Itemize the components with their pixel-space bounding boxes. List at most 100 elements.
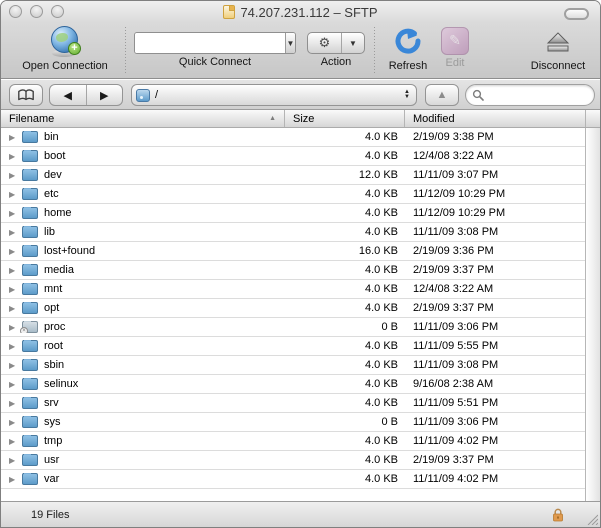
path-popup-button[interactable]: / ▲▼	[131, 84, 417, 106]
file-row[interactable]: ▶ × usr 4.0 KB 2/19/09 3:37 PM	[1, 451, 587, 470]
toolbar-toggle-pill[interactable]	[564, 8, 589, 20]
file-row[interactable]: ▶ × mnt 4.0 KB 12/4/08 3:22 AM	[1, 280, 587, 299]
file-row[interactable]: ▶ × srv 4.0 KB 11/11/09 5:51 PM	[1, 394, 587, 413]
file-row[interactable]: ▶ × root 4.0 KB 11/11/09 5:55 PM	[1, 337, 587, 356]
forward-button[interactable]: ▶	[87, 85, 123, 105]
sort-ascending-icon: ▲	[269, 115, 276, 122]
column-label: Size	[293, 113, 314, 125]
padlock-icon	[552, 508, 564, 522]
disclosure-triangle-icon[interactable]: ▶	[9, 133, 19, 142]
search-input[interactable]	[488, 89, 588, 101]
disclosure-triangle-icon[interactable]: ▶	[9, 323, 19, 332]
file-row[interactable]: ▶ × home 4.0 KB 11/12/09 10:29 PM	[1, 204, 587, 223]
file-name: srv	[44, 397, 59, 409]
disclosure-triangle-icon[interactable]: ▶	[9, 209, 19, 218]
file-size: 0 B	[284, 416, 404, 428]
refresh-button[interactable]: Refresh	[383, 26, 433, 72]
no-access-badge-icon: ×	[20, 327, 28, 333]
disclosure-triangle-icon[interactable]: ▶	[9, 190, 19, 199]
filename-cell: ▶ × mnt	[1, 283, 284, 295]
file-name: usr	[44, 454, 59, 466]
file-name: sys	[44, 416, 61, 428]
file-name: dev	[44, 169, 62, 181]
disclosure-triangle-icon[interactable]: ▶	[9, 228, 19, 237]
vertical-scrollbar[interactable]	[585, 128, 600, 503]
file-modified: 12/4/08 3:22 AM	[404, 283, 587, 295]
disclosure-triangle-icon[interactable]: ▶	[9, 171, 19, 180]
file-row[interactable]: ▶ × dev 12.0 KB 11/11/09 3:07 PM	[1, 166, 587, 185]
go-up-button[interactable]: ▲	[425, 84, 459, 106]
app-window: 74.207.231.112 – SFTP + Open Connection …	[0, 0, 601, 528]
disconnect-button[interactable]: Disconnect	[521, 26, 595, 72]
gear-icon[interactable]: ⚙	[308, 33, 342, 53]
disclosure-triangle-icon[interactable]: ▶	[9, 285, 19, 294]
file-row[interactable]: ▶ × var 4.0 KB 11/11/09 4:02 PM	[1, 470, 587, 489]
file-name: home	[44, 207, 72, 219]
disclosure-triangle-icon[interactable]: ▶	[9, 342, 19, 351]
magnifier-icon	[472, 89, 484, 101]
column-label: Modified	[413, 113, 455, 125]
file-row[interactable]: ▶ × bin 4.0 KB 2/19/09 3:38 PM	[1, 128, 587, 147]
disclosure-triangle-icon[interactable]: ▶	[9, 399, 19, 408]
file-row[interactable]: ▶ × proc 0 B 11/11/09 3:06 PM	[1, 318, 587, 337]
file-list: ▶ × bin 4.0 KB 2/19/09 3:38 PM ▶ × boot …	[1, 128, 587, 503]
file-row[interactable]: ▶ × opt 4.0 KB 2/19/09 3:37 PM	[1, 299, 587, 318]
folder-icon: ×	[22, 188, 38, 200]
resize-grip[interactable]	[585, 512, 598, 525]
file-row[interactable]: ▶ × lib 4.0 KB 11/11/09 3:08 PM	[1, 223, 587, 242]
file-size: 4.0 KB	[284, 150, 404, 162]
file-name: boot	[44, 150, 65, 162]
file-row[interactable]: ▶ × sbin 4.0 KB 11/11/09 3:08 PM	[1, 356, 587, 375]
column-header-modified[interactable]: Modified	[404, 110, 585, 127]
file-modified: 11/11/09 5:51 PM	[404, 397, 587, 409]
file-modified: 11/12/09 10:29 PM	[404, 188, 587, 200]
open-connection-label: Open Connection	[22, 60, 108, 72]
chevron-down-icon[interactable]: ▼	[342, 33, 364, 53]
open-connection-button[interactable]: + Open Connection	[9, 26, 121, 72]
file-size: 4.0 KB	[284, 397, 404, 409]
action-button[interactable]: ⚙ ▼	[307, 32, 365, 54]
file-row[interactable]: ▶ × tmp 4.0 KB 11/11/09 4:02 PM	[1, 432, 587, 451]
quick-connect-combobox[interactable]: ▼	[134, 32, 296, 54]
file-row[interactable]: ▶ × lost+found 16.0 KB 2/19/09 3:36 PM	[1, 242, 587, 261]
disclosure-triangle-icon[interactable]: ▶	[9, 437, 19, 446]
bookmarks-button[interactable]	[9, 84, 43, 106]
file-modified: 11/11/09 4:02 PM	[404, 473, 587, 485]
filename-cell: ▶ × proc	[1, 321, 284, 333]
file-name: sbin	[44, 359, 64, 371]
picture-gear-icon: ✎	[441, 27, 469, 55]
file-row[interactable]: ▶ × etc 4.0 KB 11/12/09 10:29 PM	[1, 185, 587, 204]
disclosure-triangle-icon[interactable]: ▶	[9, 418, 19, 427]
column-header-spacer	[585, 110, 600, 127]
file-modified: 11/11/09 4:02 PM	[404, 435, 587, 447]
column-header-size[interactable]: Size	[284, 110, 404, 127]
file-name: selinux	[44, 378, 78, 390]
search-field[interactable]	[465, 84, 595, 106]
disclosure-triangle-icon[interactable]: ▶	[9, 380, 19, 389]
file-name: lib	[44, 226, 55, 238]
disclosure-triangle-icon[interactable]: ▶	[9, 247, 19, 256]
filename-cell: ▶ × root	[1, 340, 284, 352]
chevron-down-icon[interactable]: ▼	[285, 33, 295, 53]
back-button[interactable]: ◀	[50, 85, 87, 105]
filename-cell: ▶ × dev	[1, 169, 284, 181]
file-name: media	[44, 264, 74, 276]
disclosure-triangle-icon[interactable]: ▶	[9, 361, 19, 370]
file-row[interactable]: ▶ × sys 0 B 11/11/09 3:06 PM	[1, 413, 587, 432]
disclosure-triangle-icon[interactable]: ▶	[9, 456, 19, 465]
file-row[interactable]: ▶ × media 4.0 KB 2/19/09 3:37 PM	[1, 261, 587, 280]
disclosure-triangle-icon[interactable]: ▶	[9, 152, 19, 161]
filename-cell: ▶ × bin	[1, 131, 284, 143]
disclosure-triangle-icon[interactable]: ▶	[9, 475, 19, 484]
file-modified: 11/12/09 10:29 PM	[404, 207, 587, 219]
quick-connect-input[interactable]	[135, 33, 285, 53]
disclosure-triangle-icon[interactable]: ▶	[9, 266, 19, 275]
filename-cell: ▶ × usr	[1, 454, 284, 466]
file-row[interactable]: ▶ × selinux 4.0 KB 9/16/08 2:38 AM	[1, 375, 587, 394]
file-modified: 2/19/09 3:37 PM	[404, 302, 587, 314]
disclosure-triangle-icon[interactable]: ▶	[9, 304, 19, 313]
quick-connect-group: ▼ Quick Connect	[134, 32, 296, 68]
folder-icon: ×	[22, 264, 38, 276]
file-row[interactable]: ▶ × boot 4.0 KB 12/4/08 3:22 AM	[1, 147, 587, 166]
column-header-filename[interactable]: Filename ▲	[1, 110, 284, 127]
